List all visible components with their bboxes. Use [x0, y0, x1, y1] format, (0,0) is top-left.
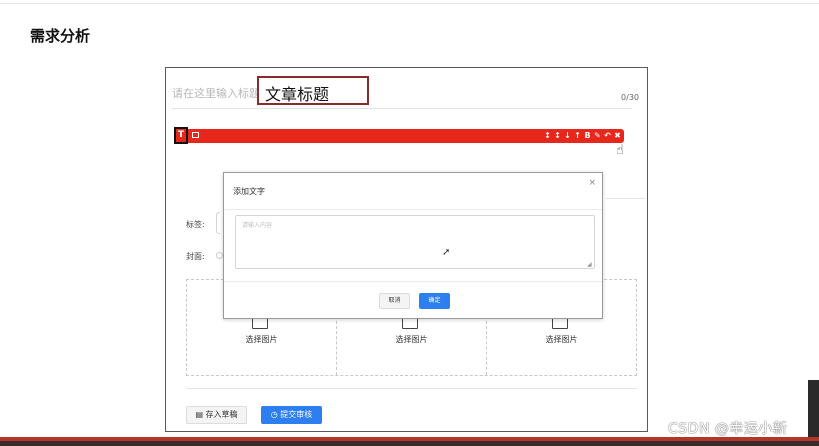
tags-label: 标签: — [186, 220, 205, 229]
move-icon[interactable]: ↕ — [544, 130, 551, 141]
title-divider — [172, 108, 632, 109]
actions-divider — [186, 388, 637, 389]
save-draft-button[interactable]: ▤ 存入草稿 — [186, 406, 247, 424]
undo-icon[interactable]: ↶ — [604, 130, 611, 141]
dialog-title: 添加文字 — [233, 187, 265, 196]
sort-icon[interactable]: ↕ — [554, 130, 561, 141]
section-divider — [606, 198, 646, 199]
save-draft-label: 存入草稿 — [205, 410, 238, 419]
page-heading: 需求分析 — [30, 27, 91, 45]
resize-handle-icon[interactable]: ◢ — [587, 261, 592, 268]
add-text-dialog: 添加文字 × ◢ ➚ 取消 确定 — [223, 172, 603, 319]
arrow-cursor-icon: ➚ — [442, 247, 451, 258]
bold-icon[interactable]: B — [584, 130, 591, 141]
cover-label: 封面: — [186, 252, 205, 261]
close-icon[interactable]: × — [588, 178, 596, 188]
submit-review-label: 提交审核 — [280, 410, 313, 419]
delete-icon[interactable]: ✖ — [614, 130, 621, 141]
edit-icon[interactable]: ✎ — [594, 130, 601, 141]
title-char-counter: 0/30 — [621, 93, 639, 102]
tags-input[interactable] — [216, 212, 220, 234]
cover-radio[interactable] — [216, 252, 223, 259]
bottom-dark-bar — [0, 441, 819, 446]
arrow-up-icon[interactable]: ↑ — [574, 130, 581, 141]
title-placeholder[interactable]: 请在这里输入标题 — [172, 85, 260, 101]
content-block-toolbar: T ↕ ↕ ↓ ↑ B ✎ ↶ ✖ — [174, 127, 624, 144]
dialog-footer-divider — [224, 281, 602, 282]
top-divider — [0, 3, 819, 4]
arrow-down-icon[interactable]: ↓ — [564, 130, 571, 141]
submit-review-button[interactable]: ◷ 提交审核 — [261, 406, 322, 424]
confirm-button[interactable]: 确定 — [419, 293, 450, 309]
video-overlay-edge — [808, 380, 819, 440]
hand-cursor-icon: ☝ — [616, 143, 624, 158]
upload-label: 选择图片 — [545, 335, 578, 344]
dialog-divider — [224, 209, 602, 210]
toolbar-actions: ↕ ↕ ↓ ↑ B ✎ ↶ ✖ — [544, 130, 621, 141]
content-textarea[interactable] — [235, 215, 595, 269]
upload-label: 选择图片 — [395, 335, 428, 344]
add-text-icon[interactable]: T — [174, 127, 188, 144]
upload-label: 选择图片 — [245, 335, 278, 344]
csdn-watermark: CSDN @幸运小新 — [668, 421, 788, 437]
add-image-icon[interactable] — [192, 132, 199, 138]
cancel-button[interactable]: 取消 — [379, 293, 410, 309]
title-annotation-box: 文章标题 — [257, 76, 369, 105]
